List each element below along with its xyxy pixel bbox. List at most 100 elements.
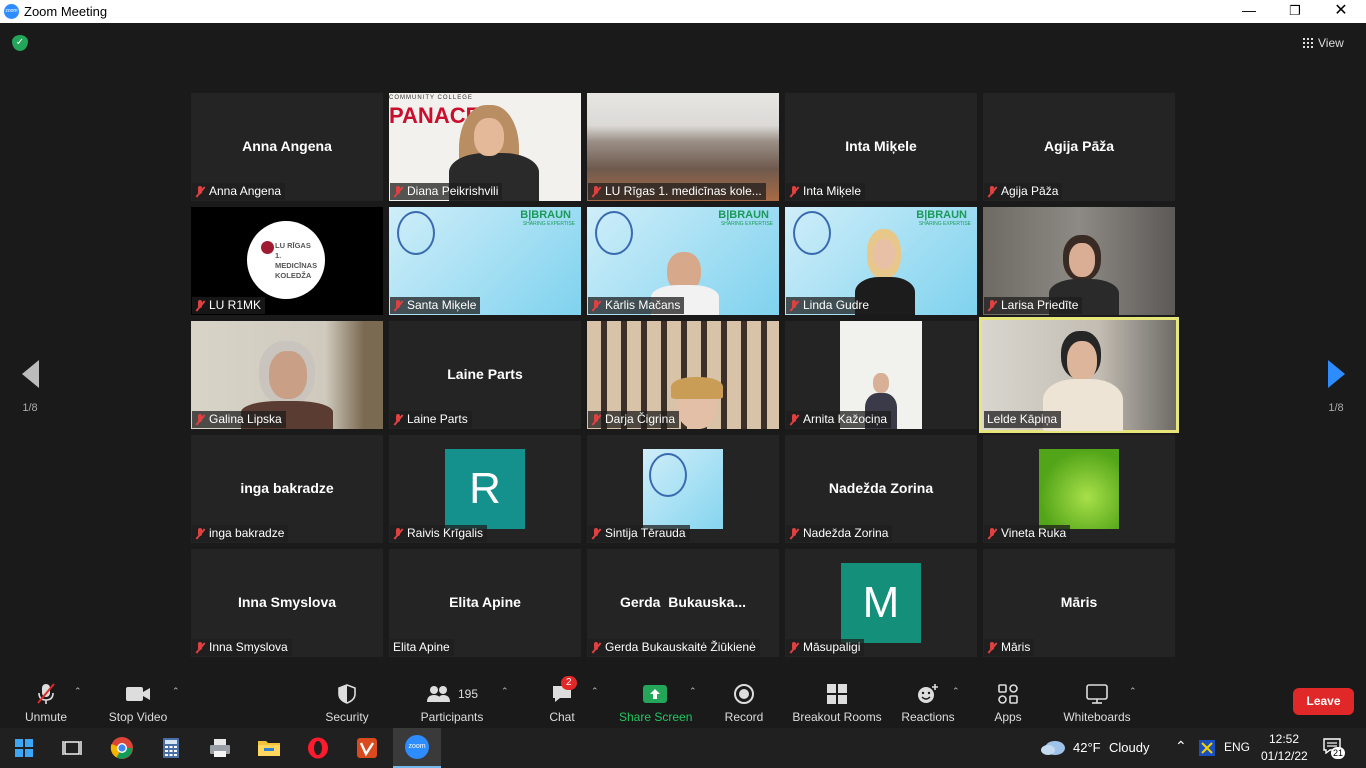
mic-muted-icon xyxy=(789,641,799,654)
participant-tile[interactable]: Nadežda Zorina Nadežda Zorina xyxy=(785,435,977,543)
participant-tile[interactable]: Laine Parts Laine Parts xyxy=(389,321,581,429)
participant-tile[interactable]: Larisa Priedīte xyxy=(983,207,1175,315)
participant-tile[interactable]: LU Rīgas 1. medicīnas kole... xyxy=(587,93,779,201)
page-indicator-left: 1/8 xyxy=(22,402,38,414)
clock-date[interactable]: 01/12/22 xyxy=(1261,749,1308,763)
chrome-app-icon[interactable] xyxy=(98,728,146,768)
clock-time[interactable]: 12:52 xyxy=(1269,732,1299,746)
share-screen-button[interactable]: Share Screen xyxy=(619,682,692,724)
participant-tile[interactable]: Galina Lipska xyxy=(191,321,383,429)
weather-description[interactable]: Cloudy xyxy=(1109,740,1149,755)
participant-tile[interactable]: Anna Angena Anna Angena xyxy=(191,93,383,201)
person-video xyxy=(671,377,723,399)
notification-center-button[interactable]: 21 xyxy=(1323,738,1346,759)
participant-name-label: Raivis Krīgalis xyxy=(390,525,488,542)
network-status-icon[interactable] xyxy=(1199,740,1215,761)
chat-button[interactable]: 2 Chat xyxy=(545,676,579,724)
mic-muted-icon xyxy=(195,413,205,426)
reactions-caret-icon[interactable]: ⌃ xyxy=(952,686,960,697)
stop-video-button[interactable]: Stop Video xyxy=(106,682,170,724)
breakout-rooms-button[interactable]: Breakout Rooms xyxy=(792,682,882,724)
weather-temperature[interactable]: 42°F xyxy=(1073,740,1101,755)
participant-tile[interactable]: R Raivis Krīgalis xyxy=(389,435,581,543)
participant-tile[interactable]: Arnita Kažociņa xyxy=(785,321,977,429)
participant-tile[interactable]: B|BRAUN SHARING EXPERTISE Kārlis Mačans xyxy=(587,207,779,315)
record-button[interactable]: Record xyxy=(724,682,764,724)
participant-tile[interactable]: COMMUNITY COLLEGE PANACE Diana Peikrishv… xyxy=(389,93,581,201)
logo-line: 1. MEDICĪNAS xyxy=(275,251,318,270)
person-video xyxy=(1067,341,1097,381)
participant-tile[interactable]: M Māsupaligi xyxy=(785,549,977,657)
mic-muted-icon xyxy=(393,185,403,198)
close-button[interactable]: ✕ xyxy=(1318,0,1364,23)
mic-muted-icon xyxy=(987,185,997,198)
file-explorer-app-icon[interactable] xyxy=(245,728,293,768)
video-options-caret-icon[interactable]: ⌃ xyxy=(172,686,180,697)
participant-name-label: LU Rīgas 1. medicīnas kole... xyxy=(588,183,766,200)
mic-muted-icon xyxy=(789,527,799,540)
anniversary-badge-icon xyxy=(397,211,435,255)
participant-tile[interactable]: Agija Pāža Agija Pāža xyxy=(983,93,1175,201)
participant-tile[interactable]: Vineta Ruka xyxy=(983,435,1175,543)
record-icon xyxy=(724,682,764,706)
anniversary-badge-icon xyxy=(793,211,831,255)
chat-label: Chat xyxy=(549,710,575,724)
windows-start-button[interactable] xyxy=(0,728,48,768)
participant-tile[interactable]: Sintija Tērauda xyxy=(587,435,779,543)
participant-name: Māris xyxy=(1001,640,1031,654)
cloud-weather-icon[interactable] xyxy=(1040,738,1066,761)
vivaldi-app-icon[interactable] xyxy=(343,728,391,768)
participant-tile[interactable]: B|BRAUN SHARING EXPERTISE Linda Gudre xyxy=(785,207,977,315)
reactions-button[interactable]: Reactions xyxy=(900,682,956,724)
participant-tile[interactable]: Gerda Bukauska... Gerda Bukauskaitė Žiūk… xyxy=(587,549,779,657)
participant-name-label: Kārlis Mačans xyxy=(588,297,685,314)
whiteboards-caret-icon[interactable]: ⌃ xyxy=(1129,686,1137,697)
participant-tile[interactable]: LU RĪGAS 1. MEDICĪNAS KOLEDŽA LU R1MK xyxy=(191,207,383,315)
next-page-button[interactable]: 1/8 xyxy=(1321,350,1351,420)
chat-caret-icon[interactable]: ⌃ xyxy=(591,686,599,697)
mic-muted-icon xyxy=(393,527,403,540)
security-button[interactable]: Security xyxy=(322,682,372,724)
avatar xyxy=(643,449,723,529)
participant-tile[interactable]: Inta Miķele Inta Miķele xyxy=(785,93,977,201)
printer-app-icon[interactable] xyxy=(196,728,244,768)
unmute-button[interactable]: Unmute xyxy=(20,682,72,724)
view-button[interactable]: View xyxy=(1303,34,1344,52)
participant-tile[interactable]: Elita Apine Elita Apine xyxy=(389,549,581,657)
participants-button[interactable]: 195 Participants xyxy=(418,682,486,724)
minimize-button[interactable]: — xyxy=(1226,0,1272,23)
whiteboards-button[interactable]: Whiteboards xyxy=(1060,682,1134,724)
maximize-button[interactable]: ❐ xyxy=(1272,0,1318,23)
share-screen-icon xyxy=(619,682,691,706)
share-caret-icon[interactable]: ⌃ xyxy=(689,686,697,697)
tray-overflow-chevron-icon[interactable]: ⌃ xyxy=(1175,738,1187,755)
calculator-app-icon[interactable] xyxy=(147,728,195,768)
zoom-taskbar-app[interactable]: zoom xyxy=(393,728,441,768)
opera-app-icon[interactable] xyxy=(294,728,342,768)
participant-tile[interactable]: Inna Smyslova Inna Smyslova xyxy=(191,549,383,657)
participants-icon xyxy=(426,686,450,702)
brand-subtitle: SHARING EXPERTISE xyxy=(720,221,773,227)
zoom-app-icon: zoom xyxy=(4,4,19,19)
participant-display-name: Nadežda Zorina xyxy=(828,480,934,496)
participant-tile[interactable]: Darja Čigrina xyxy=(587,321,779,429)
participant-name: Vineta Ruka xyxy=(1001,526,1067,540)
participant-tile[interactable]: Māris Māris xyxy=(983,549,1175,657)
audio-options-caret-icon[interactable]: ⌃ xyxy=(74,686,82,697)
mic-muted-icon xyxy=(987,641,997,654)
participant-tile[interactable]: B|BRAUN SHARING EXPERTISE Santa Miķele xyxy=(389,207,581,315)
participant-tile[interactable]: inga bakradze inga bakradze xyxy=(191,435,383,543)
apps-button[interactable]: Apps xyxy=(990,682,1026,724)
leave-button[interactable]: Leave xyxy=(1293,688,1354,715)
mic-muted-icon xyxy=(789,185,799,198)
person-video xyxy=(873,239,895,269)
breakout-rooms-icon xyxy=(792,682,882,706)
encryption-shield-icon[interactable]: ✓ xyxy=(12,35,28,51)
participant-name: Elita Apine xyxy=(393,640,450,654)
task-view-button[interactable] xyxy=(48,728,96,768)
participants-caret-icon[interactable]: ⌃ xyxy=(501,686,509,697)
active-speaker-tile[interactable]: Lelde Kāpiņa xyxy=(979,317,1179,433)
participant-display-name: Inta Miķele xyxy=(845,138,917,154)
input-language[interactable]: ENG xyxy=(1224,740,1250,754)
previous-page-button[interactable]: 1/8 xyxy=(15,350,45,420)
